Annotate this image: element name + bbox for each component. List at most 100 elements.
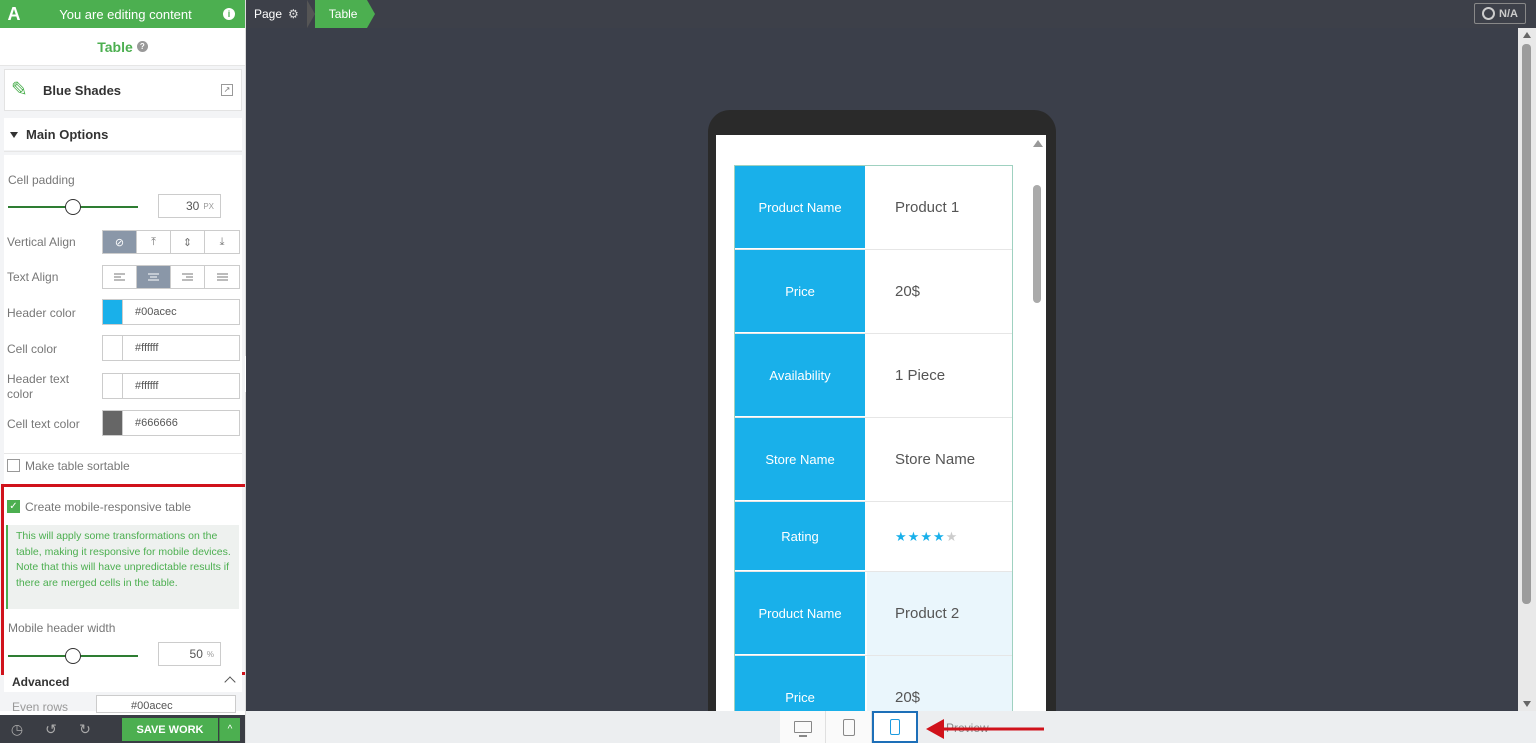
mobile-view-button[interactable]: [872, 711, 918, 743]
cell-text-color-field[interactable]: #666666: [102, 410, 240, 436]
rating-stars[interactable]: ★★★★★: [867, 502, 1012, 571]
star-icons: ★★★★★: [895, 529, 958, 545]
table-value-cell[interactable]: Product 2: [867, 572, 1012, 655]
scroll-up-icon[interactable]: [1523, 32, 1531, 38]
cell-padding-value: 30: [185, 199, 200, 213]
breadcrumb-bar: Page ⚙ Table N/A: [246, 0, 1536, 28]
mobile-header-width-input[interactable]: 50 %: [158, 642, 221, 666]
responsive-info-note: This will apply some transformations on …: [6, 525, 239, 609]
header-color-label: Header color: [7, 306, 76, 320]
mobile-header-width-slider-handle[interactable]: [65, 648, 81, 664]
responsive-table[interactable]: Product Name Product 1 Price 20$ Availabilit…: [734, 165, 1013, 711]
table-header-cell[interactable]: Rating: [735, 502, 867, 571]
header-text-color-swatch[interactable]: [103, 374, 123, 398]
align-justify-icon: [216, 273, 228, 280]
vertical-align-label: Vertical Align: [7, 235, 76, 249]
table-header-cell[interactable]: Price: [735, 656, 867, 711]
table-header-cell[interactable]: Product Name: [735, 572, 867, 655]
cell-color-swatch[interactable]: [103, 336, 123, 360]
cell-text-color-swatch[interactable]: [103, 411, 123, 435]
sortable-label[interactable]: Make table sortable: [25, 459, 130, 473]
save-work-button[interactable]: SAVE WORK: [122, 718, 218, 741]
align-center-button[interactable]: [137, 266, 171, 288]
responsive-checkbox[interactable]: ✓: [7, 500, 20, 513]
header-color-swatch[interactable]: [103, 300, 123, 324]
valign-none-button[interactable]: ⊘: [103, 231, 137, 253]
style-preset[interactable]: ✎ Blue Shades ↗: [4, 69, 242, 111]
advanced-label: Advanced: [12, 675, 70, 689]
sortable-checkbox[interactable]: [7, 459, 20, 472]
table-header-cell[interactable]: Product Name: [735, 166, 867, 249]
clock-icon[interactable]: ◷: [0, 715, 34, 743]
editor-bottom-bar: ◷ ↺ ↻ SAVE WORK ^: [0, 715, 245, 743]
valign-middle-button[interactable]: ⇕: [171, 231, 205, 253]
header-color-value: #00acec: [135, 306, 177, 318]
cell-text-color-label: Cell text color: [7, 417, 80, 431]
cell-color-label: Cell color: [7, 342, 58, 356]
device-switcher-bar: Preview: [246, 711, 1536, 743]
star-icon: ★: [945, 528, 959, 544]
table-value-cell[interactable]: Store Name: [867, 418, 1012, 501]
gear-icon[interactable]: ⚙: [288, 7, 299, 21]
valign-top-button[interactable]: ⤒: [137, 231, 171, 253]
canvas-scrollbar[interactable]: [1518, 28, 1536, 711]
table-header-cell[interactable]: Store Name: [735, 418, 867, 501]
header-text-color-field[interactable]: #ffffff: [102, 373, 240, 399]
help-icon[interactable]: ?: [136, 41, 148, 52]
even-rows-color-field[interactable]: #00acec: [96, 695, 236, 713]
desktop-view-button[interactable]: [780, 711, 826, 743]
canvas-scroll-thumb[interactable]: [1522, 44, 1531, 604]
table-value-cell[interactable]: 20$: [867, 656, 1012, 711]
star-icon: ★: [895, 528, 908, 544]
cell-padding-slider-handle[interactable]: [65, 199, 81, 215]
preview-scrollbar[interactable]: [1032, 140, 1043, 711]
editor-canvas[interactable]: Product Name Product 1 Price 20$ Availabilit…: [246, 28, 1518, 711]
undo-icon[interactable]: ↺: [34, 715, 68, 743]
star-icon: ★: [907, 528, 921, 544]
app-logo[interactable]: A: [0, 0, 28, 28]
na-button[interactable]: N/A: [1474, 3, 1526, 24]
device-buttons: [780, 711, 918, 743]
preset-name: Blue Shades: [43, 82, 122, 98]
text-align-label: Text Align: [7, 270, 59, 284]
advanced-section-header[interactable]: Advanced: [4, 672, 242, 692]
align-left-icon: [114, 273, 125, 280]
text-align-group: [102, 265, 240, 289]
save-options-caret[interactable]: ^: [219, 718, 240, 741]
cell-padding-input[interactable]: 30 PX: [158, 194, 221, 218]
valign-bottom-button[interactable]: ⤓: [205, 231, 239, 253]
table-header-cell[interactable]: Price: [735, 250, 867, 333]
tablet-view-button[interactable]: [826, 711, 872, 743]
redo-icon[interactable]: ↻: [68, 715, 102, 743]
align-left-button[interactable]: [103, 266, 137, 288]
breadcrumb-table[interactable]: Table: [314, 0, 376, 28]
table-value-cell[interactable]: Product 1: [867, 166, 1012, 249]
palette-icon: ✎: [11, 79, 28, 101]
info-icon[interactable]: i: [223, 8, 235, 20]
breadcrumb-page-label: Page: [254, 7, 283, 21]
table-row: Rating ★★★★★: [735, 502, 1012, 572]
breadcrumb-page[interactable]: Page ⚙: [246, 0, 307, 28]
scroll-down-icon[interactable]: [1523, 701, 1531, 707]
table-value-cell[interactable]: 20$: [867, 250, 1012, 333]
star-icon: ★: [920, 528, 933, 544]
cell-color-field[interactable]: #ffffff: [102, 335, 240, 361]
preview-label[interactable]: Preview: [946, 721, 989, 735]
scroll-up-arrow-icon[interactable]: [1033, 140, 1043, 147]
align-right-button[interactable]: [171, 266, 205, 288]
header-color-field[interactable]: #00acec: [102, 299, 240, 325]
editor-header: A You are editing content i: [0, 0, 245, 28]
mobile-preview-screen[interactable]: Product Name Product 1 Price 20$ Availabilit…: [716, 135, 1046, 711]
responsive-label[interactable]: Create mobile-responsive table: [25, 500, 191, 514]
preview-scroll-thumb[interactable]: [1033, 185, 1041, 303]
external-link-icon[interactable]: ↗: [221, 84, 233, 96]
align-justify-button[interactable]: [205, 266, 239, 288]
table-value-cell[interactable]: 1 Piece: [867, 334, 1012, 417]
main-options-header[interactable]: Main Options: [4, 118, 242, 152]
mobile-header-width-value: 50: [189, 647, 203, 661]
editor-sidebar: A You are editing content i Table ? ✎ Bl…: [0, 0, 246, 743]
table-header-cell[interactable]: Availability: [735, 334, 867, 417]
editing-status-label: You are editing content: [59, 6, 192, 22]
main-options-section[interactable]: Main Options: [4, 118, 242, 152]
chevron-up-icon: [224, 676, 236, 688]
